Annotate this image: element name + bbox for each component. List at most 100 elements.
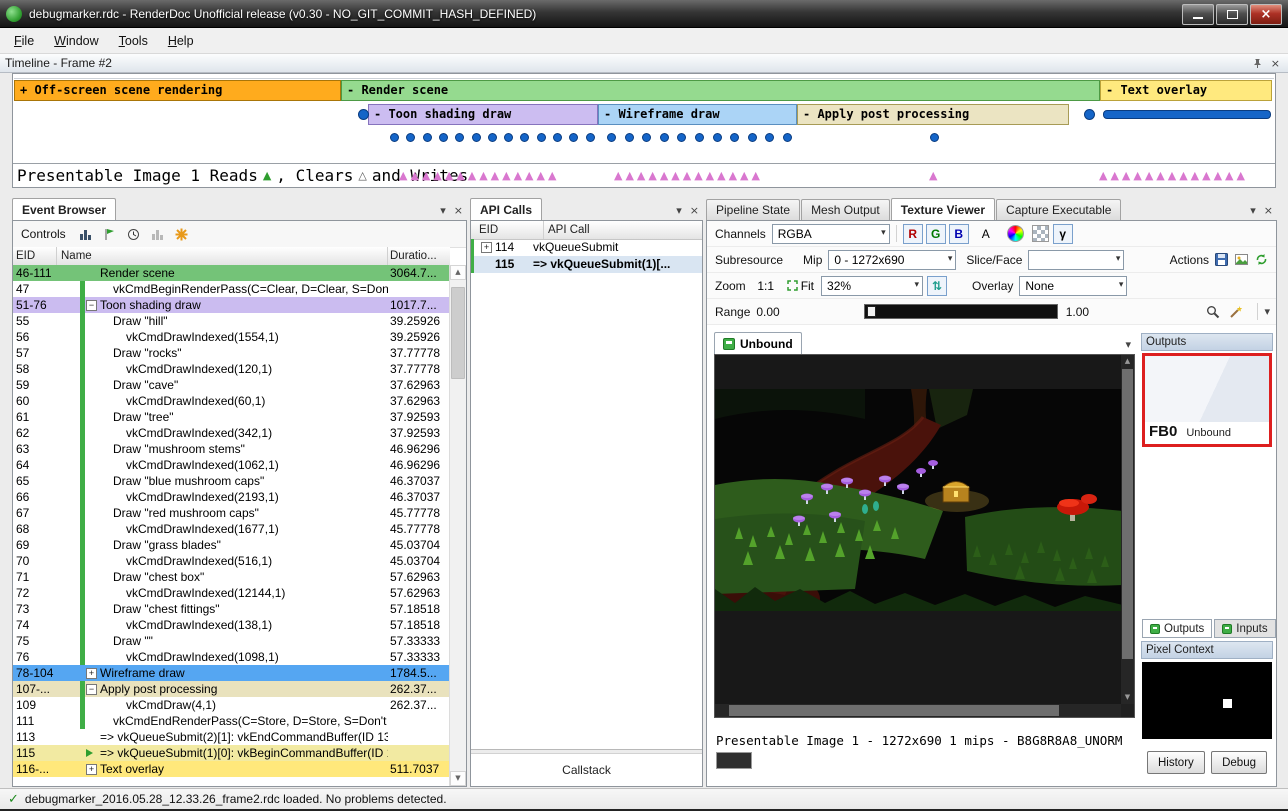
event-row-107[interactable]: 107-...−Apply post processing262.37... [13,681,450,697]
channel-a-button[interactable]: A [972,224,1000,244]
texture-list-dropdown-icon[interactable]: ▾ [1125,338,1131,351]
zoom-select[interactable]: 32% ▾ [821,276,923,296]
column-duration[interactable]: Duratio... [388,247,450,265]
timeline-draw-dot[interactable] [488,133,497,142]
bookmark-star-icon[interactable] [175,228,188,241]
api-column-call[interactable]: API Call [544,221,702,239]
scrollbar-thumb[interactable] [451,287,465,379]
timeline-marker-apply-post-processing[interactable]: - Apply post processing [797,104,1069,125]
tab-capture-executable[interactable]: Capture Executable [996,199,1121,220]
fit-button[interactable]: Fit [783,276,818,296]
timeline-draw-bar[interactable] [1103,110,1271,119]
stats-icon[interactable] [151,228,164,241]
event-row-109[interactable]: 109vkCmdDraw(4,1)262.37... [13,697,450,713]
range-slider-handle[interactable] [867,306,876,317]
texture-vertical-scrollbar[interactable]: ▲ ▼ [1121,355,1134,704]
event-row-57[interactable]: 57Draw "rocks"37.77778 [13,345,450,361]
menu-item-tools[interactable]: Tools [109,30,158,52]
event-row-62[interactable]: 62vkCmdDrawIndexed(342,1)37.92593 [13,425,450,441]
event-browser-close-icon[interactable]: × [454,204,463,217]
debug-button[interactable]: Debug [1211,751,1267,774]
event-row-60[interactable]: 60vkCmdDrawIndexed(60,1)37.62963 [13,393,450,409]
timeline-marker-wireframe-draw[interactable]: - Wireframe draw [598,104,797,125]
timeline-draw-dot[interactable] [439,133,448,142]
event-row-59[interactable]: 59Draw "cave"37.62963 [13,377,450,393]
sliceface-select[interactable]: ▾ [1028,250,1124,270]
channels-select[interactable]: RGBA ▾ [772,224,890,244]
maximize-button[interactable] [1216,4,1248,25]
event-row-116[interactable]: 116-...+Text overlay511.7037 [13,761,450,777]
close-button[interactable]: × [1250,4,1282,25]
checkerboard-icon[interactable] [1032,225,1049,242]
event-column-header[interactable]: EID Name Duratio... [13,247,450,266]
right-panel-menu-icon[interactable]: ▾ [1250,204,1256,217]
event-row-47[interactable]: 47vkCmdBeginRenderPass(C=Clear, D=Clear,… [13,281,450,297]
mip-select[interactable]: 0 - 1272x690 ▾ [828,250,956,270]
tab-unbound-texture[interactable]: Unbound [714,332,802,354]
event-row-64[interactable]: 64vkCmdDrawIndexed(1062,1)46.96296 [13,457,450,473]
texture-horizontal-scrollbar[interactable] [715,704,1121,717]
minimize-button[interactable] [1182,4,1214,25]
pin-icon[interactable] [1252,58,1263,69]
timeline-marker-text-overlay[interactable]: - Text overlay [1100,80,1272,101]
event-row-61[interactable]: 61Draw "tree"37.92593 [13,409,450,425]
tab-mesh-output[interactable]: Mesh Output [801,199,890,220]
event-row-115[interactable]: 115=> vkQueueSubmit(1)[0]: vkBeginComman… [13,745,450,761]
api-calls-menu-icon[interactable]: ▾ [676,204,682,217]
event-row-66[interactable]: 66vkCmdDrawIndexed(2193,1)46.37037 [13,489,450,505]
event-row-55[interactable]: 55Draw "hill"39.25926 [13,313,450,329]
event-row-69[interactable]: 69Draw "grass blades"45.03704 [13,537,450,553]
timeline-draw-dot[interactable] [553,133,562,142]
zoom-range-icon[interactable] [1206,305,1220,319]
event-row-51-76[interactable]: 51-76−Toon shading draw1017.7... [13,297,450,313]
event-row-70[interactable]: 70vkCmdDrawIndexed(516,1)45.03704 [13,553,450,569]
callstack-splitter[interactable] [471,749,702,754]
collapse-icon[interactable]: − [86,684,97,695]
event-row-71[interactable]: 71Draw "chest box"57.62963 [13,569,450,585]
tab-event-browser[interactable]: Event Browser [12,198,116,220]
timeline-draw-dot[interactable] [783,133,792,142]
timeline-draw-dot[interactable] [569,133,578,142]
color-wheel-icon[interactable] [1007,225,1024,242]
event-row-111[interactable]: 111vkCmdEndRenderPass(C=Store, D=Store, … [13,713,450,729]
timeline-draw-dot[interactable] [713,133,722,142]
history-button[interactable]: History [1147,751,1205,774]
refresh-icon[interactable] [1255,253,1268,266]
event-row-113[interactable]: 113=> vkQueueSubmit(2)[1]: vkEndCommandB… [13,729,450,745]
clock-icon[interactable] [127,228,140,241]
timeline-draw-dot[interactable] [455,133,464,142]
event-row-65[interactable]: 65Draw "blue mushroom caps"46.37037 [13,473,450,489]
timeline-draw-dot[interactable] [390,133,399,142]
timeline-close-icon[interactable]: × [1271,57,1280,70]
event-row-75[interactable]: 75Draw ""57.33333 [13,633,450,649]
flip-y-button[interactable]: ⇅ [927,276,947,296]
event-row-68[interactable]: 68vkCmdDrawIndexed(1677,1)45.77778 [13,521,450,537]
event-row-73[interactable]: 73Draw "chest fittings"57.18518 [13,601,450,617]
zoom-1to1-button[interactable]: 1:1 [752,276,780,296]
menu-item-help[interactable]: Help [158,30,204,52]
event-row-56[interactable]: 56vkCmdDrawIndexed(1554,1)39.25926 [13,329,450,345]
collapse-icon[interactable]: − [86,300,97,311]
event-row-67[interactable]: 67Draw "red mushroom caps"45.77778 [13,505,450,521]
tab-api-calls[interactable]: API Calls [470,198,542,220]
timeline-marker-off-screen-scene-rendering[interactable]: + Off-screen scene rendering [14,80,341,101]
range-max-value[interactable]: 1.00 [1066,305,1089,319]
event-row-72[interactable]: 72vkCmdDrawIndexed(12144,1)57.62963 [13,585,450,601]
column-name[interactable]: Name [57,247,388,265]
scrollbar-thumb[interactable] [729,705,1059,716]
channel-r-button[interactable]: R [903,224,923,244]
event-row-46-111[interactable]: 46-111Render scene3064.7... [13,265,450,281]
timeline-draw-dot[interactable] [748,133,757,142]
event-row-58[interactable]: 58vkCmdDrawIndexed(120,1)37.77778 [13,361,450,377]
menu-item-file[interactable]: File [4,30,44,52]
api-column-header[interactable]: EID API Call [471,221,702,240]
tab-inputs[interactable]: Inputs [1214,619,1275,638]
time-durations-icon[interactable] [79,228,92,241]
expand-icon[interactable]: + [86,668,97,679]
right-panel-close-icon[interactable]: × [1264,204,1273,217]
expand-icon[interactable]: + [481,242,492,253]
timeline-draw-dot[interactable] [642,133,651,142]
timeline-draw-dot[interactable] [607,133,616,142]
channel-g-button[interactable]: G [926,224,946,244]
column-eid[interactable]: EID [13,247,57,265]
